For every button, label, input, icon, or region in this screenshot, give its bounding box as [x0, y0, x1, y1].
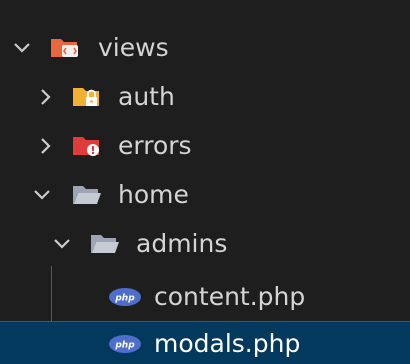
partial-tree-item[interactable] [0, 0, 410, 10]
chevron-right-icon[interactable] [36, 87, 56, 107]
folder-open-icon [73, 186, 101, 204]
tree-item-content-php[interactable]: php content.php [0, 273, 410, 321]
tree-item-label: modals.php [154, 329, 301, 358]
tree-item-admins[interactable]: admins [0, 220, 410, 268]
tree-item-errors[interactable]: errors [0, 122, 410, 170]
tree-item-auth[interactable]: auth [0, 73, 410, 121]
chevron-right-icon[interactable] [36, 136, 56, 156]
chevron-down-icon[interactable] [12, 38, 32, 58]
php-file-icon: php [109, 288, 141, 306]
svg-text:php: php [114, 294, 135, 304]
tree-item-home[interactable]: home [0, 171, 410, 219]
views-folder-icon [51, 39, 78, 57]
tree-item-label: home [118, 180, 189, 209]
file-explorer-tree: views auth errors home admins php conten… [0, 0, 410, 364]
auth-folder-icon [73, 88, 99, 106]
partial-item-fragment [0, 0, 410, 10]
tree-item-modals-php[interactable]: php modals.php [0, 321, 410, 364]
svg-text:php: php [114, 341, 135, 351]
tree-item-label: auth [118, 82, 175, 111]
tree-item-views[interactable]: views [0, 24, 410, 72]
chevron-down-icon[interactable] [52, 234, 72, 254]
php-file-icon: php [109, 335, 141, 353]
tree-item-label: content.php [154, 282, 306, 311]
tree-item-label: errors [118, 131, 192, 160]
tree-item-label: views [98, 33, 169, 62]
tree-item-label: admins [136, 229, 228, 258]
chevron-down-icon[interactable] [32, 185, 52, 205]
folder-open-icon [91, 235, 119, 253]
errors-folder-icon [73, 137, 99, 156]
